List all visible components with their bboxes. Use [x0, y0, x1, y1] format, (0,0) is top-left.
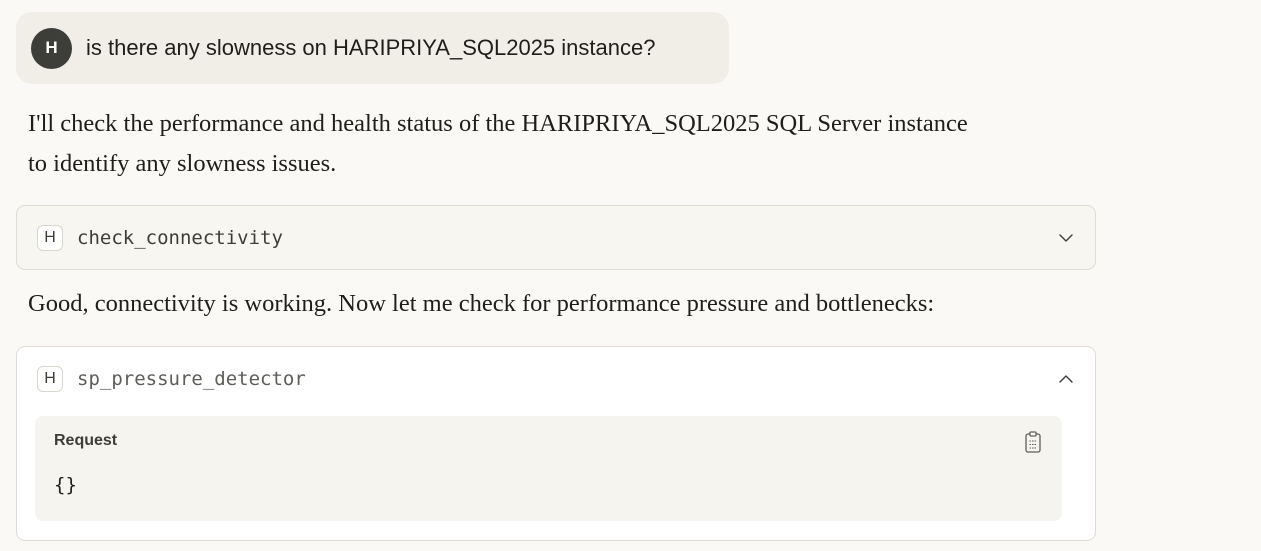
- request-panel: Request {}: [35, 416, 1062, 521]
- chat-page: H is there any slowness on HARIPRIYA_SQL…: [0, 0, 1261, 551]
- tool-name: sp_pressure_detector: [77, 367, 306, 390]
- tool-call-header-sp-pressure-detector[interactable]: H sp_pressure_detector: [17, 347, 1095, 410]
- clipboard-icon[interactable]: [1024, 431, 1042, 453]
- request-body: {}: [54, 474, 77, 496]
- chevron-up-icon[interactable]: [1057, 370, 1075, 388]
- tool-call-header-check-connectivity[interactable]: H check_connectivity: [17, 206, 1095, 269]
- tool-badge-icon: H: [37, 365, 63, 392]
- request-label: Request: [54, 432, 118, 449]
- tool-name: check_connectivity: [77, 226, 283, 249]
- tool-call-sp-pressure-detector: H sp_pressure_detector Request {}: [16, 346, 1096, 541]
- tool-badge-icon: H: [37, 224, 63, 251]
- tool-call-check-connectivity: H check_connectivity: [16, 205, 1096, 270]
- assistant-intro-line-1: I'll check the performance and health st…: [28, 110, 968, 137]
- user-avatar: H: [31, 27, 72, 69]
- assistant-followup: Good, connectivity is working. Now let m…: [28, 290, 935, 317]
- chevron-down-icon[interactable]: [1057, 229, 1075, 247]
- user-message: H is there any slowness on HARIPRIYA_SQL…: [16, 12, 729, 84]
- assistant-intro-line-2: to identify any slowness issues.: [28, 150, 337, 177]
- user-message-text: is there any slowness on HARIPRIYA_SQL20…: [86, 35, 656, 60]
- assistant-intro: I'll check the performance and health st…: [28, 104, 968, 184]
